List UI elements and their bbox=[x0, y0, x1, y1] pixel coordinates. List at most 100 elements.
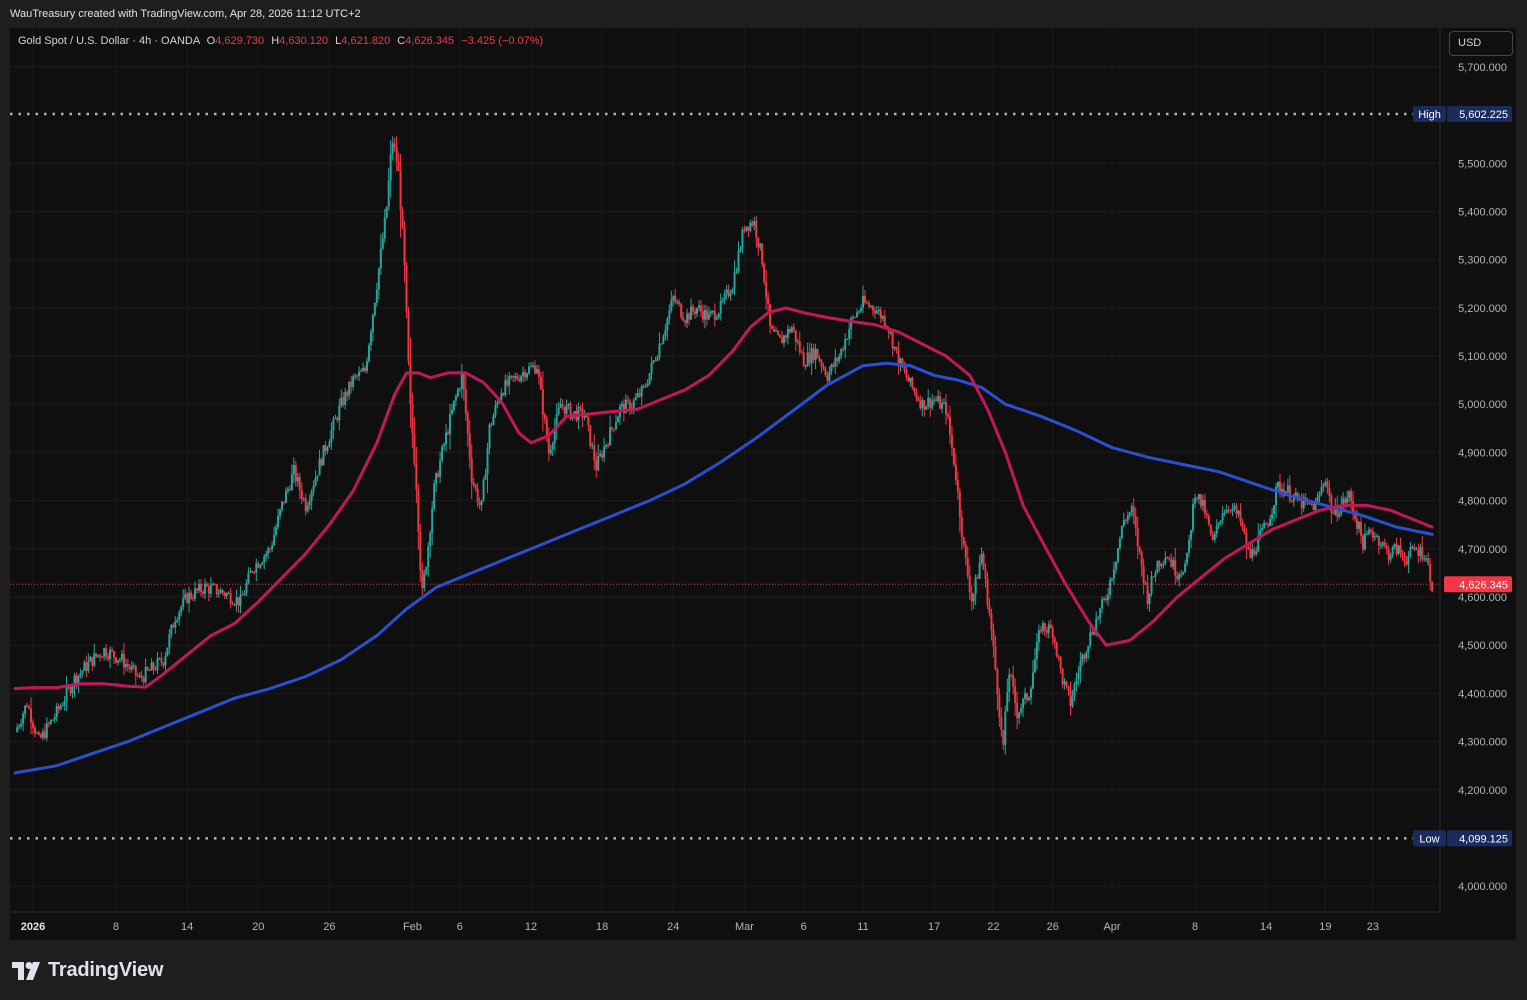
candle bbox=[1020, 703, 1023, 716]
candle bbox=[1075, 672, 1078, 692]
candle-body bbox=[352, 376, 355, 387]
candle-body bbox=[81, 670, 84, 674]
candle bbox=[425, 566, 428, 576]
candle-body bbox=[1387, 548, 1390, 560]
candle-body bbox=[1148, 593, 1151, 605]
candle-body bbox=[324, 445, 327, 452]
candle bbox=[862, 285, 864, 314]
candle bbox=[47, 721, 50, 728]
candle bbox=[196, 587, 199, 594]
price-chart[interactable]: 5,700.000 5,500.000 5,400.000 5,300.000 5,20… bbox=[0, 0, 1527, 1000]
candle bbox=[1431, 581, 1434, 593]
candle-body bbox=[814, 348, 817, 361]
candle bbox=[113, 650, 116, 665]
candle bbox=[1182, 571, 1185, 576]
candle bbox=[387, 167, 390, 211]
candle bbox=[674, 289, 677, 305]
candle bbox=[1215, 518, 1218, 539]
candle bbox=[225, 592, 228, 600]
candle-body bbox=[101, 656, 104, 658]
candle bbox=[476, 482, 479, 508]
candle-body bbox=[1346, 497, 1349, 503]
candle bbox=[1057, 654, 1060, 661]
candle bbox=[1363, 523, 1366, 551]
candle bbox=[1132, 498, 1135, 525]
candle-body bbox=[816, 348, 819, 359]
candle bbox=[1047, 620, 1050, 639]
candle bbox=[607, 442, 610, 449]
candle-body bbox=[443, 444, 446, 447]
candle bbox=[417, 483, 420, 550]
candle bbox=[526, 372, 529, 381]
candle bbox=[782, 334, 785, 348]
currency-button[interactable]: USD bbox=[1449, 31, 1513, 56]
candle-body bbox=[1168, 558, 1171, 560]
candle-body bbox=[792, 327, 795, 331]
candle bbox=[694, 307, 697, 319]
candle bbox=[279, 508, 282, 520]
candle bbox=[996, 667, 999, 711]
candle bbox=[1146, 574, 1149, 610]
candle bbox=[1219, 520, 1222, 527]
candle bbox=[1282, 481, 1285, 499]
candle bbox=[666, 316, 669, 341]
candle bbox=[1069, 681, 1072, 716]
candle-body bbox=[765, 281, 768, 298]
candle-body bbox=[1211, 534, 1214, 540]
candle-body bbox=[1041, 622, 1044, 632]
candle-body bbox=[786, 328, 789, 338]
candle-body bbox=[526, 373, 529, 378]
candle bbox=[506, 374, 509, 388]
candle bbox=[1423, 554, 1426, 562]
candle bbox=[35, 731, 38, 734]
candle-body bbox=[1286, 485, 1289, 492]
candle-body bbox=[1425, 558, 1428, 560]
candle bbox=[822, 362, 825, 371]
candle-body bbox=[893, 346, 896, 349]
candle bbox=[1041, 620, 1044, 635]
candle bbox=[865, 300, 868, 304]
candle-body bbox=[85, 662, 88, 672]
candle-body bbox=[496, 402, 499, 406]
candle-body bbox=[152, 662, 155, 670]
candle-body bbox=[636, 393, 639, 398]
candle bbox=[395, 135, 398, 172]
candle-body bbox=[1241, 521, 1244, 527]
candle-body bbox=[741, 229, 744, 249]
candle bbox=[1122, 512, 1125, 528]
candle bbox=[419, 523, 422, 582]
candle bbox=[229, 588, 232, 609]
candle-body bbox=[1012, 675, 1015, 687]
candle bbox=[233, 603, 236, 607]
candle-body bbox=[310, 491, 313, 501]
candle-body bbox=[664, 330, 667, 337]
candle bbox=[1128, 511, 1131, 519]
candle-body bbox=[468, 433, 471, 459]
candle-body bbox=[211, 584, 214, 586]
candle bbox=[1346, 490, 1349, 506]
candle bbox=[312, 480, 315, 497]
candle bbox=[551, 441, 554, 457]
candle bbox=[593, 434, 596, 470]
candle bbox=[968, 564, 971, 600]
candle-body bbox=[688, 313, 691, 320]
candle bbox=[1085, 650, 1088, 662]
candle-body bbox=[771, 325, 774, 329]
candle-body bbox=[1180, 573, 1183, 575]
candle-body bbox=[292, 464, 295, 475]
candle-body bbox=[964, 544, 967, 558]
candle-body bbox=[682, 317, 685, 321]
candle-body bbox=[41, 731, 44, 738]
candle-body bbox=[743, 229, 746, 231]
candle bbox=[528, 362, 531, 375]
candle-body bbox=[1014, 686, 1017, 703]
candle bbox=[154, 666, 157, 672]
candle-body bbox=[93, 653, 96, 666]
candle bbox=[711, 310, 714, 315]
candle bbox=[549, 444, 552, 456]
candle-body bbox=[364, 367, 366, 371]
candle bbox=[237, 597, 240, 614]
candle bbox=[676, 299, 679, 305]
candle bbox=[1425, 554, 1428, 562]
tradingview-logo[interactable]: TradingView bbox=[12, 959, 163, 982]
